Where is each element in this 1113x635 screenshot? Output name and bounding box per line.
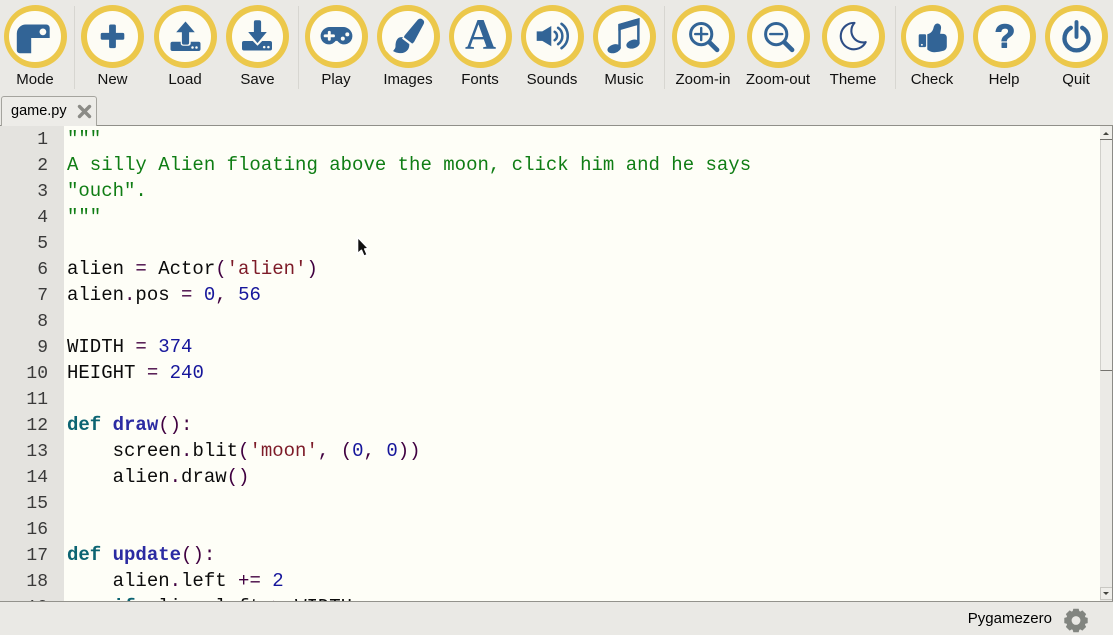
svg-text:?: ? (994, 18, 1015, 56)
svg-text:A: A (464, 12, 495, 59)
